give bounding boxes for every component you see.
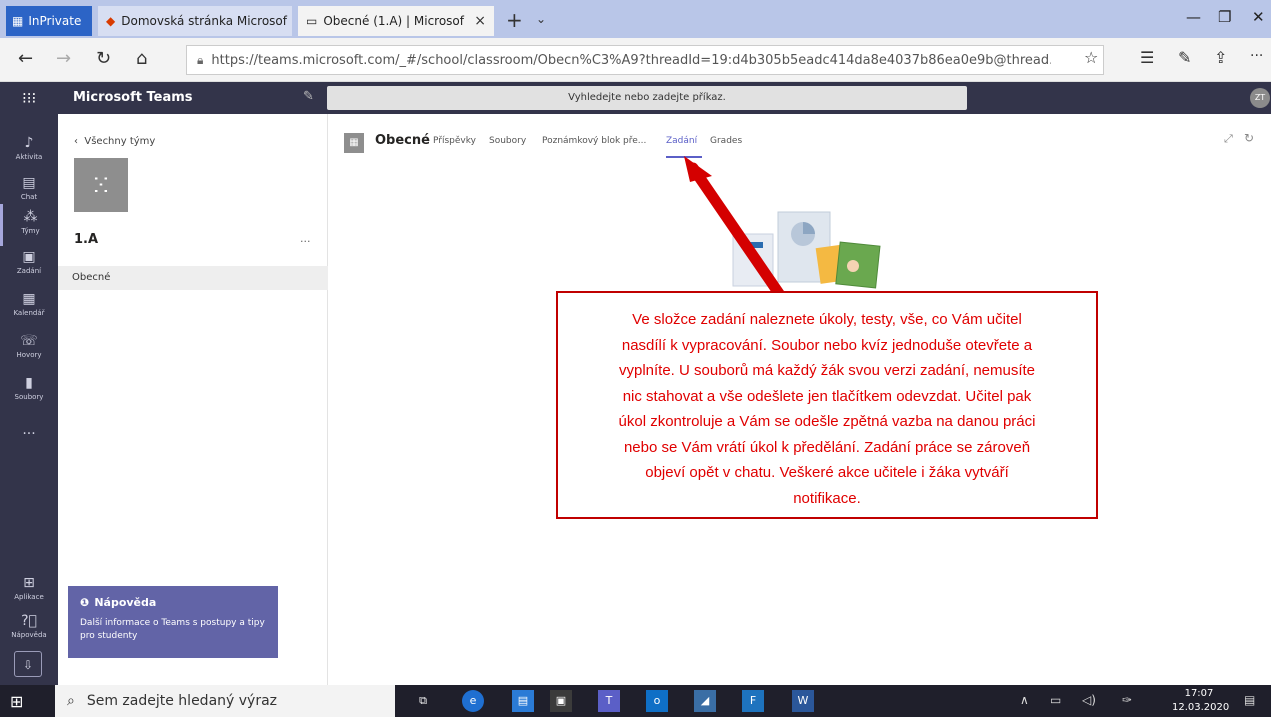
close-window-icon[interactable]: ✕ — [1252, 8, 1265, 26]
battery-icon[interactable]: ▭ — [1050, 693, 1061, 707]
notifications-icon[interactable]: ▤ — [1244, 693, 1255, 707]
expand-icon[interactable]: ⤢ — [1224, 132, 1233, 146]
bag-icon[interactable]: ▣ — [550, 690, 572, 712]
app-rail: ♪ Aktivita ▤ Chat ⁂ Týmy ▣ Zadání ▦ Kale… — [0, 114, 58, 685]
office-icon: ◆ — [106, 14, 116, 28]
callout-text: Ve složce zadání naleznete úkoly, testy,… — [618, 311, 1036, 507]
tab-home[interactable]: ◆ Domovská stránka Microsof — [98, 6, 292, 36]
illustration-figure — [847, 260, 859, 272]
tray-chevron-icon[interactable]: ∧ — [1020, 693, 1029, 707]
url-input[interactable]: 🔒︎ https://teams.microsoft.com/_#/school… — [186, 45, 1104, 75]
active-tab-indicator — [666, 156, 702, 158]
volume-icon[interactable]: ◁) — [1082, 693, 1096, 707]
tab-label: Domovská stránka Microsof — [121, 14, 287, 28]
edge-icon[interactable]: e — [462, 690, 484, 712]
forward-arrow-icon[interactable]: → — [56, 48, 71, 69]
windows-start-icon[interactable]: ⊞ — [10, 692, 23, 711]
files-icon: ▮ — [25, 375, 33, 391]
new-tab-button[interactable]: + — [506, 8, 523, 32]
search-input[interactable]: Vyhledejte nebo zadejte příkaz. — [327, 86, 967, 110]
team-avatar-icon: ⵘ — [74, 158, 128, 212]
app-icon[interactable]: F — [742, 690, 764, 712]
refresh-icon[interactable]: ↻ — [96, 48, 111, 69]
share-icon[interactable]: ⇪ — [1214, 48, 1227, 67]
avatar[interactable]: ZT — [1250, 88, 1270, 108]
outlook-icon[interactable]: o — [646, 690, 668, 712]
system-clock[interactable]: 17:07 12.03.2020 — [1172, 687, 1229, 715]
store-icon[interactable]: ▤ — [512, 690, 534, 712]
home-icon[interactable]: ⌂ — [136, 48, 147, 69]
teams-header: ⁝⁝⁝ Microsoft Teams ✎ Vyhledejte nebo za… — [0, 82, 1271, 114]
favorite-star-icon[interactable]: ☆ — [1084, 48, 1098, 67]
channel-title: Obecné — [375, 133, 430, 148]
app-title: Microsoft Teams — [73, 90, 193, 105]
address-bar: ← → ↻ ⌂ 🔒︎ https://teams.microsoft.com/_… — [0, 38, 1271, 82]
lock-icon: 🔒︎ — [197, 52, 204, 67]
favorites-list-icon[interactable]: ☰ — [1140, 48, 1154, 67]
rail-item-calls[interactable]: ☏ Hovory — [0, 328, 58, 370]
rail-more-button[interactable]: ... — [0, 422, 58, 438]
rail-item-assignments[interactable]: ▣ Zadání — [0, 244, 58, 286]
tab-inprivate[interactable]: ▦ InPrivate — [6, 6, 92, 36]
chat-icon: ▤ — [22, 175, 36, 191]
channel-icon: ▦ — [344, 133, 364, 153]
apps-icon: ⊞ — [23, 575, 35, 591]
phone-icon: ☏ — [20, 333, 38, 349]
illustration-doc-1 — [732, 233, 774, 287]
instruction-callout: Ve složce zadání naleznete úkoly, testy,… — [556, 291, 1098, 519]
download-app-icon[interactable]: ⇩ — [14, 651, 42, 677]
teams-icon: ⁂ — [23, 209, 38, 225]
rail-item-teams[interactable]: ⁂ Týmy — [0, 204, 58, 246]
windows-taskbar: ⊞ ⌕ Sem zadejte hledaný výraz ⧉ e ▤ ▣ T … — [0, 685, 1271, 717]
tab-teams-active[interactable]: ▭ Obecné (1.A) | Microsof × — [298, 6, 494, 36]
help-card[interactable]: ❶ Nápověda Další informace o Teams s pos… — [68, 586, 278, 658]
team-name: 1.A — [74, 232, 99, 247]
tab-posts[interactable]: Příspěvky — [433, 136, 476, 146]
rail-item-apps[interactable]: ⊞ Aplikace — [0, 570, 58, 612]
rail-item-activity[interactable]: ♪ Aktivita — [0, 130, 58, 172]
reload-icon[interactable]: ↻ — [1244, 131, 1254, 145]
chevron-left-icon: ‹ — [74, 136, 78, 147]
rail-item-help[interactable]: ?⃝ Nápověda — [0, 608, 58, 650]
page-icon: ▭ — [306, 14, 318, 28]
taskbar-search-input[interactable]: ⌕ Sem zadejte hledaný výraz — [55, 685, 395, 717]
compose-icon[interactable]: ✎ — [303, 89, 314, 104]
minimize-icon[interactable]: — — [1186, 8, 1201, 26]
tab-files[interactable]: Soubory — [489, 136, 526, 146]
maximize-icon[interactable]: ❐ — [1218, 8, 1231, 26]
help-text: Další informace o Teams s postupy a tipy… — [80, 618, 265, 641]
info-icon: ❶ — [80, 596, 90, 609]
tab-notebook[interactable]: Poznámkový blok pře... — [542, 136, 646, 146]
search-icon: ⌕ — [67, 693, 75, 709]
pen-tray-icon[interactable]: ✑ — [1122, 693, 1132, 707]
back-to-all-teams[interactable]: ‹ Všechny týmy — [74, 136, 155, 147]
task-view-icon[interactable]: ⧉ — [412, 690, 434, 712]
url-text: https://teams.microsoft.com/_#/school/cl… — [211, 52, 1051, 68]
more-icon[interactable]: ··· — [1250, 48, 1263, 64]
tab-assignments[interactable]: Zadání — [666, 136, 697, 146]
pen-icon[interactable]: ✎ — [1178, 48, 1191, 67]
bell-icon: ♪ — [24, 135, 34, 151]
rail-item-calendar[interactable]: ▦ Kalendář — [0, 286, 58, 328]
teams-taskbar-icon[interactable]: T — [598, 690, 620, 712]
tab-label: Obecné (1.A) | Microsof — [323, 14, 464, 28]
illustration-doc-blue — [741, 242, 763, 248]
assignments-icon: ▣ — [22, 249, 36, 265]
tab-grades[interactable]: Grades — [710, 136, 742, 146]
team-more-button[interactable]: ... — [300, 232, 311, 245]
tab-label: InPrivate — [28, 14, 82, 28]
back-arrow-icon[interactable]: ← — [18, 48, 33, 69]
browser-tab-bar: ▦ InPrivate ◆ Domovská stránka Microsof … — [0, 0, 1271, 38]
tab-list-chevron-icon[interactable]: ⌄ — [536, 12, 546, 26]
app-launcher-icon[interactable]: ⁝⁝⁝ — [22, 89, 36, 107]
rail-item-files[interactable]: ▮ Soubory — [0, 370, 58, 412]
help-icon: ?⃝ — [21, 613, 37, 629]
word-icon[interactable]: W — [792, 690, 814, 712]
app-icon[interactable]: ◢ — [694, 690, 716, 712]
channel-item-general[interactable]: Obecné — [58, 266, 328, 290]
close-tab-icon[interactable]: × — [474, 13, 486, 29]
inprivate-icon: ▦ — [12, 14, 24, 28]
calendar-icon: ▦ — [22, 291, 36, 307]
